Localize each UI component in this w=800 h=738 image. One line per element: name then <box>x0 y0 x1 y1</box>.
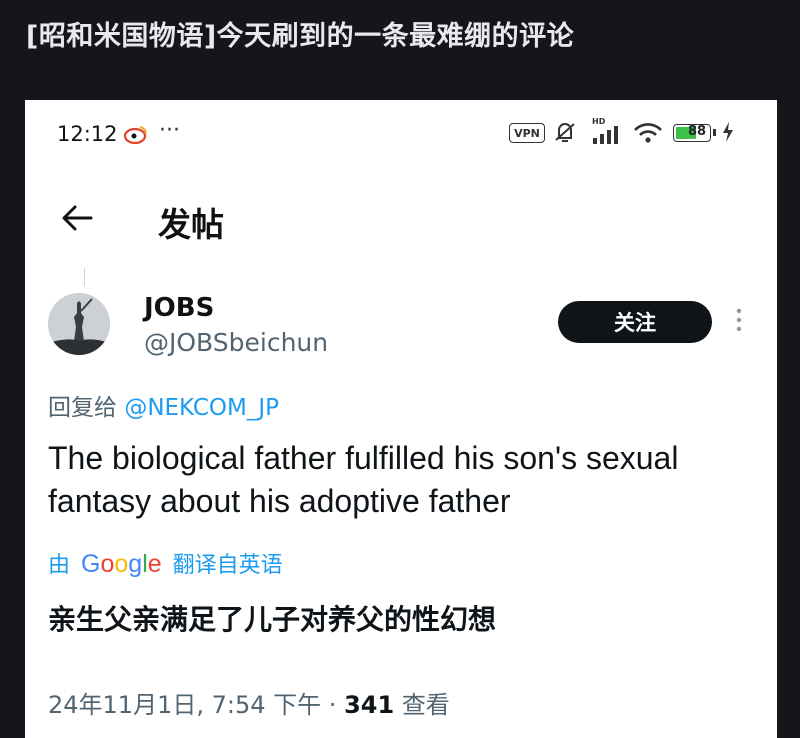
page-title: 发帖 <box>158 205 224 244</box>
vpn-icon: VPN <box>509 123 545 143</box>
translate-by: 由 <box>48 553 71 578</box>
views-label: 查看 <box>401 691 450 719</box>
tweet-text: The biological father fulfilled his son'… <box>48 440 679 519</box>
weibo-notification-icon <box>123 126 147 144</box>
phone-screenshot: 12:12 ··· VPN HD 88 发帖 JOBS @JOBSbeichun… <box>25 100 777 738</box>
status-bar: 12:12 ··· VPN HD 88 <box>25 100 777 160</box>
meta-separator: · <box>328 691 337 719</box>
hd-label: HD <box>592 117 606 126</box>
signal-icon <box>593 126 618 144</box>
translated-text: 亲生父亲满足了儿子对养父的性幻想 <box>48 603 497 636</box>
wifi-icon <box>634 123 662 143</box>
translate-suffix: 翻译自英语 <box>172 553 283 578</box>
follow-button[interactable]: 关注 <box>558 301 712 343</box>
author-handle[interactable]: @JOBSbeichun <box>144 328 328 357</box>
views-count: 341 <box>344 691 395 719</box>
timestamp[interactable]: 24年11月1日, 7:54 下午 <box>48 691 321 719</box>
mute-icon <box>555 123 575 142</box>
more-notifications-dots: ··· <box>159 118 180 143</box>
post-title: [昭和米国物语]今天刷到的一条最难绷的评论 <box>26 21 575 52</box>
reply-to: 回复给 @NEKCOM_JP <box>48 388 279 422</box>
statue-avatar-image <box>48 293 110 355</box>
translate-link[interactable]: 由 Google 翻译自英语 <box>48 547 283 579</box>
status-time: 12:12 <box>57 122 118 146</box>
thread-line <box>84 268 85 286</box>
back-arrow-icon[interactable] <box>61 204 93 232</box>
reply-handle-link[interactable]: @NEKCOM_JP <box>124 395 279 421</box>
author-name[interactable]: JOBS <box>144 293 214 323</box>
more-options-icon[interactable] <box>735 308 743 332</box>
charging-icon <box>723 122 733 142</box>
reply-to-prefix: 回复给 <box>48 395 125 421</box>
tweet-meta: 24年11月1日, 7:54 下午 · 341 查看 <box>48 685 450 720</box>
avatar[interactable] <box>48 293 110 355</box>
google-logo: Google <box>81 550 162 578</box>
battery-icon: 88 <box>673 124 716 142</box>
